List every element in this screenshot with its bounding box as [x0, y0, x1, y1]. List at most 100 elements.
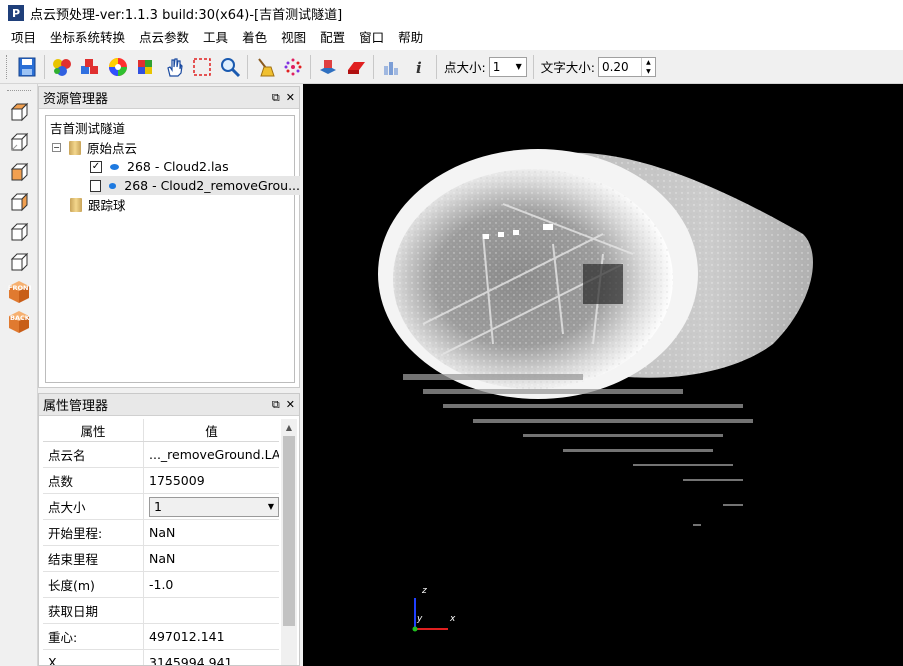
- column-header-value: 值: [205, 423, 218, 439]
- menu-view[interactable]: 视图: [274, 26, 313, 50]
- chevron-down-icon[interactable]: ▼: [512, 58, 526, 76]
- menu-config[interactable]: 配置: [313, 26, 352, 50]
- table-row: 获取日期: [43, 598, 279, 624]
- scrollbar-thumb[interactable]: [283, 436, 295, 626]
- menu-coordinate-transform[interactable]: 坐标系统转换: [43, 26, 132, 50]
- text-size-spinbox[interactable]: 0.20 ▲ ▼: [597, 56, 656, 77]
- property-key: 获取日期: [43, 598, 144, 623]
- app-logo-icon: P: [8, 5, 24, 21]
- view-toolbar: FRONT BACK: [0, 84, 38, 666]
- tree-root[interactable]: 吉首测试隧道: [50, 118, 125, 137]
- spin-down-icon[interactable]: ▼: [642, 67, 655, 76]
- point-size-property-select[interactable]: 1 ▼: [149, 496, 279, 517]
- table-row: X 3145994.941: [43, 650, 279, 665]
- text-size-label: 文字大小:: [540, 60, 595, 75]
- view-left-icon[interactable]: [5, 158, 33, 186]
- close-icon[interactable]: ✕: [286, 91, 295, 105]
- property-value[interactable]: 497012.141: [144, 624, 279, 649]
- property-value[interactable]: 3145994.941: [144, 650, 279, 665]
- view-bottom-icon[interactable]: [5, 128, 33, 156]
- menu-coloring[interactable]: 着色: [235, 26, 274, 50]
- toolbar-grip[interactable]: [6, 90, 31, 93]
- chevron-down-icon[interactable]: ▼: [268, 502, 274, 511]
- property-key: 重心:: [43, 624, 144, 649]
- view-right-icon[interactable]: [5, 188, 33, 216]
- axis-origin: [412, 626, 418, 632]
- table-row: 开始里程: NaN: [43, 520, 279, 546]
- tree-item-label: 268 - Cloud2_removeGrou...: [124, 178, 300, 193]
- spin-up-icon[interactable]: ▲: [642, 58, 655, 67]
- property-key: 点数: [43, 468, 144, 493]
- view-top-icon[interactable]: [5, 98, 33, 126]
- view-front-icon[interactable]: FRONT: [5, 278, 33, 306]
- table-row: 点云名 ..._removeGround.LAS: [43, 442, 279, 468]
- property-value[interactable]: [144, 598, 279, 623]
- menu-window[interactable]: 窗口: [352, 26, 391, 50]
- tree-folder-tracking-ball[interactable]: 跟踪球: [70, 195, 126, 214]
- view-back-icon[interactable]: BACK: [5, 308, 33, 336]
- color-palette-icon[interactable]: [48, 53, 76, 81]
- property-key: 长度(m): [43, 572, 144, 597]
- menu-tools[interactable]: 工具: [196, 26, 235, 50]
- tree-item-cloud[interactable]: ✓ 268 - Cloud2.las: [90, 157, 229, 176]
- toolbar-separator: [310, 54, 311, 79]
- tree-item-label: 268 - Cloud2.las: [127, 159, 229, 174]
- panel-header: 属性管理器 ⧉ ✕: [39, 394, 299, 416]
- tree-item-cloud[interactable]: 268 - Cloud2_removeGrou...: [90, 176, 300, 195]
- point-size-select[interactable]: 1 ▼: [488, 56, 527, 77]
- text-size-value[interactable]: 0.20: [599, 60, 641, 74]
- visibility-checkbox[interactable]: [90, 179, 101, 192]
- menu-help[interactable]: 帮助: [391, 26, 430, 50]
- segment-icon[interactable]: [342, 53, 370, 81]
- menu-cloud-params[interactable]: 点云参数: [132, 26, 196, 50]
- folder-icon: [70, 197, 82, 212]
- toolbar-separator: [373, 54, 374, 79]
- export-icon[interactable]: [314, 53, 342, 81]
- visibility-checkbox[interactable]: ✓: [90, 160, 102, 173]
- property-key: 结束里程: [43, 546, 144, 571]
- toolbar-grip[interactable]: [6, 54, 9, 79]
- property-value[interactable]: -1.0: [144, 572, 279, 597]
- property-value[interactable]: 1755009: [144, 468, 279, 493]
- point-cloud-viewport[interactable]: z y x: [303, 84, 903, 666]
- point-sample-icon[interactable]: [279, 53, 307, 81]
- rgb-cubes-icon[interactable]: [76, 53, 104, 81]
- property-key: 点云名: [43, 442, 144, 467]
- resource-tree: 吉首测试隧道 − 原始点云 ✓ 268 - Cloud2.las 268 - C…: [45, 115, 300, 383]
- info-icon[interactable]: i: [405, 53, 433, 81]
- save-icon[interactable]: [13, 53, 41, 81]
- scroll-up-icon[interactable]: ▲: [281, 419, 297, 435]
- statistics-icon[interactable]: [377, 53, 405, 81]
- table-header: 属性 值: [43, 419, 279, 442]
- table-row: 长度(m) -1.0: [43, 572, 279, 598]
- front-cube-label: FRONT: [8, 284, 31, 292]
- pan-hand-icon[interactable]: [160, 53, 188, 81]
- float-panel-icon[interactable]: ⧉: [272, 91, 280, 105]
- color-scale-icon[interactable]: [132, 53, 160, 81]
- close-icon[interactable]: ✕: [286, 398, 295, 412]
- menu-project[interactable]: 项目: [4, 26, 43, 50]
- point-size-property-value: 1: [154, 499, 162, 514]
- zoom-magnifier-icon[interactable]: [216, 53, 244, 81]
- table-row: 点大小 1 ▼: [43, 494, 279, 520]
- tree-folder-raw-clouds[interactable]: − 原始点云: [52, 138, 137, 157]
- axis-x-label: x: [450, 614, 456, 624]
- float-panel-icon[interactable]: ⧉: [272, 398, 280, 412]
- point-cloud-icon: [108, 182, 117, 189]
- color-wheel-icon[interactable]: [104, 53, 132, 81]
- property-key: 开始里程:: [43, 520, 144, 545]
- property-value[interactable]: NaN: [144, 546, 279, 571]
- view-iso1-icon[interactable]: [5, 218, 33, 246]
- axis-z-label: z: [422, 586, 427, 596]
- tree-folder-label: 跟踪球: [88, 198, 126, 213]
- collapse-icon[interactable]: −: [52, 143, 61, 152]
- select-rect-icon[interactable]: [188, 53, 216, 81]
- vertical-scrollbar[interactable]: ▲: [281, 419, 297, 665]
- panel-header: 资源管理器 ⧉ ✕: [39, 87, 299, 109]
- view-iso2-icon[interactable]: [5, 248, 33, 276]
- toolbar-separator: [532, 54, 534, 79]
- property-value[interactable]: ..._removeGround.LAS: [144, 442, 279, 467]
- property-value[interactable]: NaN: [144, 520, 279, 545]
- broom-clean-icon[interactable]: [251, 53, 279, 81]
- point-size-value: 1: [492, 59, 501, 74]
